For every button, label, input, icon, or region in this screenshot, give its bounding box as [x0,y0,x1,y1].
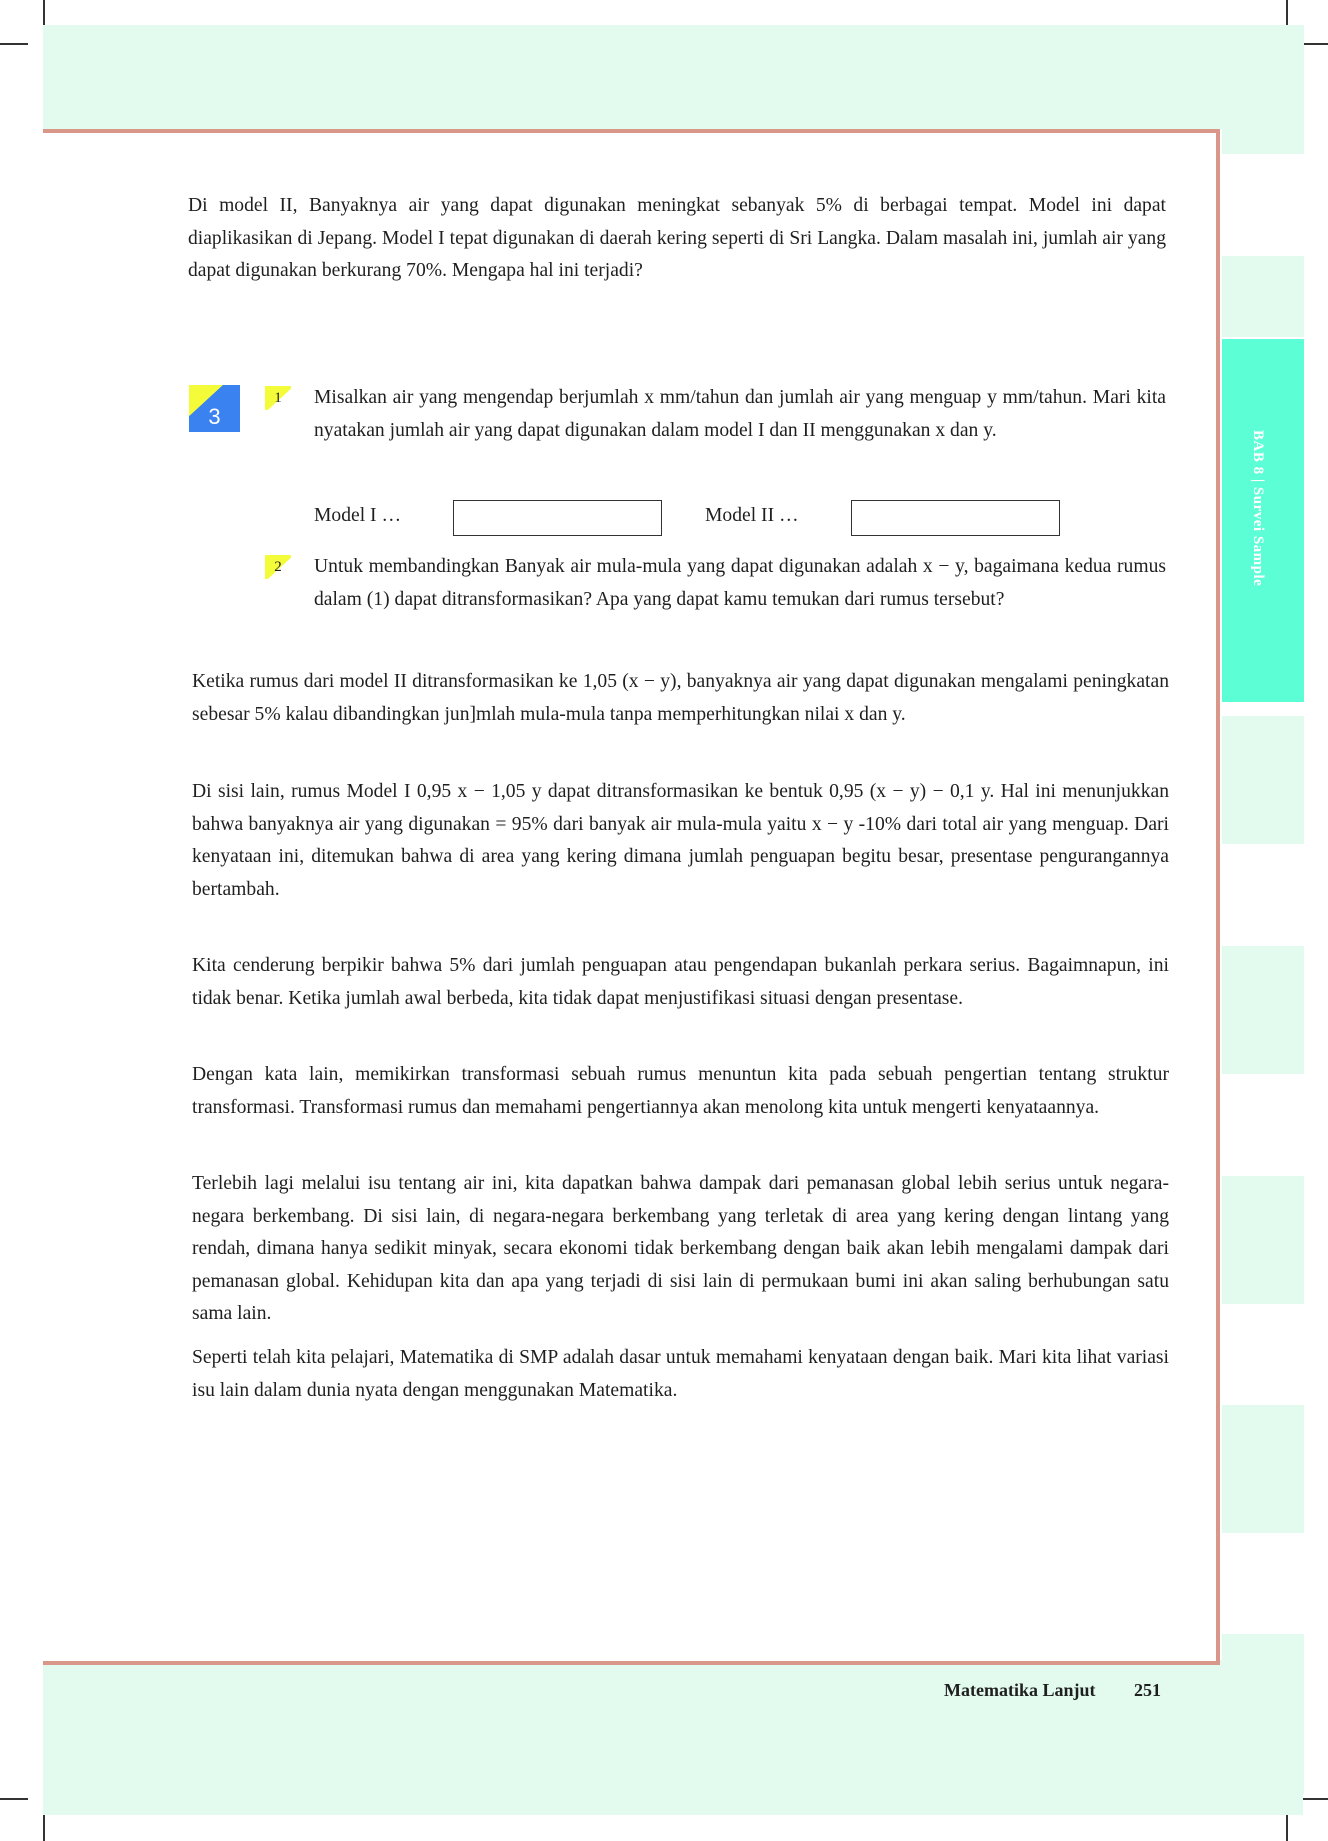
section-number: 3 [208,404,221,429]
crop-mark [1300,1798,1328,1800]
item-number-badge: 1 [265,386,291,410]
book-title: Matematika Lanjut [944,1680,1096,1700]
chapter-label: BAB 8 | Survei Sample [1250,430,1266,587]
paragraph-model-1: Di sisi lain, rumus Model I 0,95 x − 1,0… [192,781,1169,900]
paragraph: Dengan kata lain, memikirkan transformas… [192,1064,1169,1118]
chapter-tab [1222,946,1304,1074]
chapter-tab [1222,25,1304,154]
crop-mark [1286,0,1288,26]
paragraph-model-2: Ketika rumus dari model II ditransformas… [192,671,1169,725]
crop-mark [43,1815,45,1841]
section-number-badge: 3 [189,385,240,432]
crop-mark [1300,43,1328,45]
crop-mark [0,43,28,45]
intro-paragraph: Di model II, Banyaknya air yang dapat di… [188,195,1166,281]
paragraph: Seperti telah kita pelajari, Matematika … [192,1347,1169,1401]
chapter-tab [1222,256,1304,337]
chapter-tab [1222,716,1304,844]
crop-mark [1286,1815,1288,1841]
model-2-label: Model II … [705,505,799,526]
item-number-badge: 2 [265,555,291,579]
header-band [43,25,1303,129]
paragraph: Kita cenderung berpikir bahwa 5% dari ju… [192,955,1169,1009]
item-2-text: Untuk membandingkan Banyak air mula-mula… [314,556,1166,610]
chapter-tab [1222,1634,1304,1794]
model-2-answer-box[interactable] [851,500,1060,536]
paragraph: Terlebih lagi melalui isu tentang air in… [192,1173,1169,1324]
chapter-tab [1222,1176,1304,1304]
page-number: 251 [1134,1680,1161,1700]
crop-mark [43,0,45,26]
footer-band [43,1660,1303,1815]
model-1-answer-box[interactable] [453,500,662,536]
chapter-tab [1222,1405,1304,1533]
model-1-label: Model I … [314,505,402,526]
item-1-text: Misalkan air yang mengendap berjumlah x … [314,387,1166,441]
crop-mark [0,1798,28,1800]
